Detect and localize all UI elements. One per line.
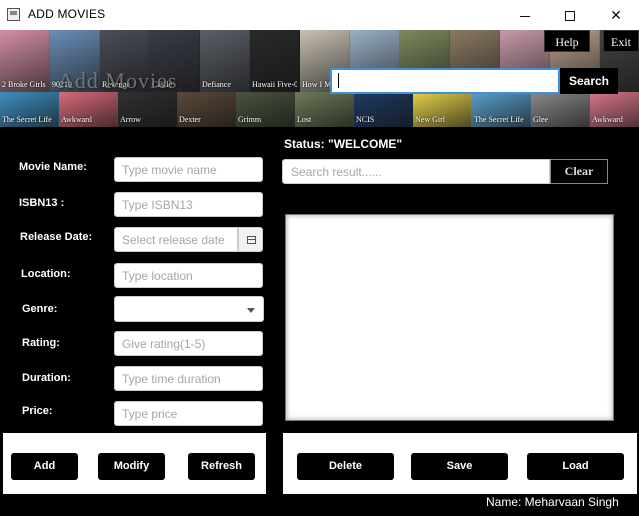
clear-button[interactable]: Clear bbox=[550, 159, 608, 184]
movie-search-input[interactable] bbox=[330, 68, 560, 94]
banner-watermark: Add Movies bbox=[58, 68, 178, 93]
rating-input[interactable] bbox=[114, 331, 263, 356]
delete-button[interactable]: Delete bbox=[297, 453, 394, 480]
movie-name-label: Movie Name: bbox=[19, 161, 87, 173]
minimize-button[interactable] bbox=[502, 0, 548, 30]
result-search-input[interactable] bbox=[282, 159, 550, 184]
poster-caption: Grimm bbox=[238, 115, 262, 124]
poster-row-bottom: The Secret Life Awkward Arrow Dexter Grimm Lo… bbox=[0, 92, 639, 127]
poster-tile: Awkward bbox=[59, 92, 118, 127]
poster-tile: Grimm bbox=[236, 92, 295, 127]
add-button[interactable]: Add bbox=[11, 453, 78, 480]
text-caret bbox=[338, 73, 339, 88]
refresh-button[interactable]: Refresh bbox=[188, 453, 255, 480]
form-actions-bar: Add Modify Refresh bbox=[3, 433, 266, 494]
maximize-icon bbox=[565, 11, 575, 22]
window-title: ADD MOVIES bbox=[28, 7, 106, 21]
poster-caption: Awkward bbox=[592, 115, 623, 124]
poster-tile: NCIS bbox=[354, 92, 413, 127]
price-input[interactable] bbox=[114, 401, 263, 426]
rating-label: Rating: bbox=[22, 337, 60, 349]
poster-tile: Awkward bbox=[590, 92, 639, 127]
close-icon: ✕ bbox=[610, 7, 622, 23]
poster-tile: New Girl bbox=[413, 92, 472, 127]
chevron-down-icon bbox=[247, 308, 255, 313]
location-label: Location: bbox=[21, 268, 71, 280]
poster-caption: Arrow bbox=[120, 115, 141, 124]
poster-tile: The Secret Life bbox=[0, 92, 59, 127]
poster-tile: Defiance bbox=[200, 30, 250, 92]
results-list[interactable] bbox=[285, 214, 614, 421]
genre-label: Genre: bbox=[22, 303, 58, 315]
poster-tile: Lost bbox=[295, 92, 354, 127]
poster-caption: Defiance bbox=[202, 80, 231, 89]
poster-caption: NCIS bbox=[356, 115, 375, 124]
status-text: Status: "WELCOME" bbox=[284, 137, 403, 151]
poster-caption: New Girl bbox=[415, 115, 445, 124]
help-button[interactable]: Help bbox=[544, 30, 590, 52]
poster-caption: Awkward bbox=[61, 115, 92, 124]
release-date-input[interactable] bbox=[114, 227, 238, 252]
add-movies-window: ADD MOVIES ✕ 2 Broke Girls 90210 Revenge Ca… bbox=[0, 0, 639, 516]
price-label: Price: bbox=[22, 405, 53, 417]
poster-tile: 2 Broke Girls bbox=[0, 30, 50, 92]
search-button[interactable]: Search bbox=[560, 68, 618, 94]
close-button[interactable]: ✕ bbox=[593, 0, 639, 30]
maximize-button[interactable] bbox=[547, 0, 593, 30]
poster-caption: Lost bbox=[297, 115, 312, 124]
poster-caption: The Secret Life bbox=[474, 115, 524, 124]
author-name: Name: Meharvaan Singh bbox=[486, 495, 619, 509]
poster-caption: Hawaii Five-0 bbox=[252, 80, 297, 89]
isbn13-label: ISBN13 : bbox=[19, 197, 65, 209]
date-picker-button[interactable] bbox=[238, 227, 263, 252]
release-date-label: Release Date: bbox=[20, 231, 93, 243]
load-button[interactable]: Load bbox=[527, 453, 624, 480]
title-bar: ADD MOVIES ✕ bbox=[0, 0, 639, 30]
poster-caption: The Secret Life bbox=[2, 115, 52, 124]
genre-select[interactable] bbox=[114, 296, 264, 322]
list-actions-bar: Delete Save Load bbox=[283, 433, 637, 494]
modify-button[interactable]: Modify bbox=[98, 453, 165, 480]
poster-tile: Hawaii Five-0 bbox=[250, 30, 300, 92]
poster-caption: Glee bbox=[533, 115, 549, 124]
poster-caption: Dexter bbox=[179, 115, 201, 124]
app-icon bbox=[7, 8, 20, 21]
poster-caption: 2 Broke Girls bbox=[2, 80, 46, 89]
minimize-icon bbox=[520, 15, 530, 17]
poster-tile: The Secret Life bbox=[472, 92, 531, 127]
isbn13-input[interactable] bbox=[114, 192, 263, 217]
poster-tile: Dexter bbox=[177, 92, 236, 127]
save-button[interactable]: Save bbox=[411, 453, 508, 480]
duration-input[interactable] bbox=[114, 366, 263, 391]
poster-tile: Glee bbox=[531, 92, 590, 127]
movie-name-input[interactable] bbox=[114, 157, 263, 182]
poster-tile: Arrow bbox=[118, 92, 177, 127]
calendar-icon bbox=[247, 236, 256, 244]
duration-label: Duration: bbox=[22, 372, 71, 384]
location-input[interactable] bbox=[114, 263, 263, 288]
exit-button[interactable]: Exit bbox=[603, 30, 639, 52]
